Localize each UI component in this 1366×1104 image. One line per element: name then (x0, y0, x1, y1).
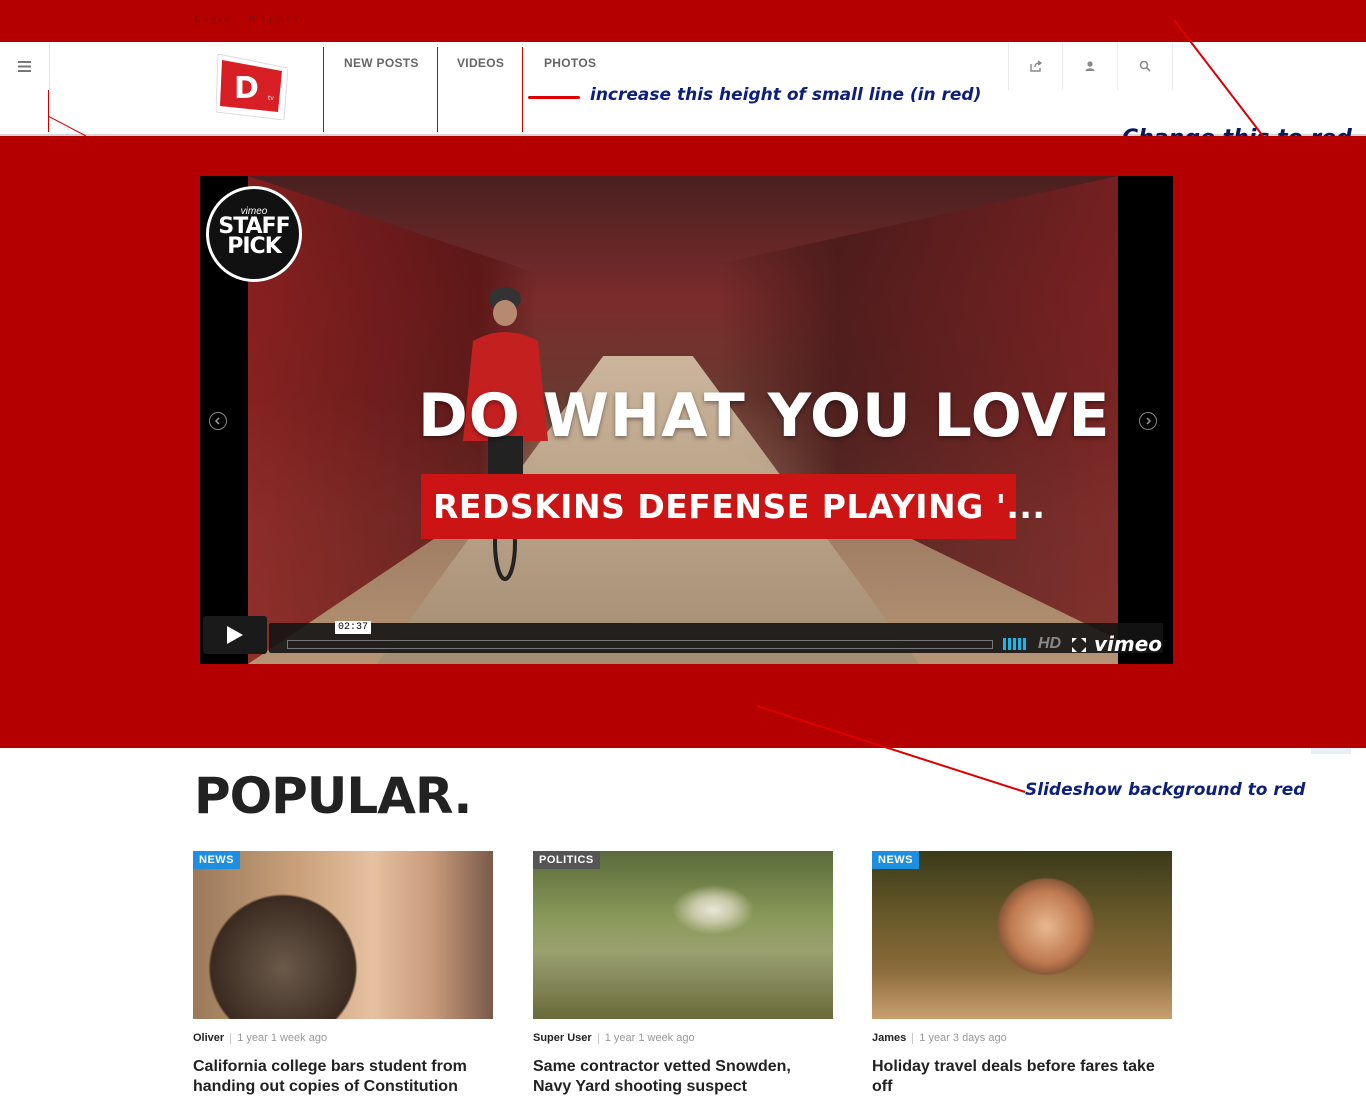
share-icon (1030, 60, 1042, 72)
fullscreen-icon[interactable] (1072, 638, 1086, 652)
control-bar: 02:37 HD vimeo (269, 621, 1163, 656)
article-author[interactable]: James (872, 1032, 906, 1044)
badge-staff-pick-text: STAFF PICK (218, 214, 290, 259)
chevron-right-icon (1146, 417, 1152, 425)
nav-new-posts[interactable]: NEW POSTS (344, 56, 419, 70)
search-button[interactable] (1117, 42, 1173, 90)
article-image[interactable] (872, 851, 1172, 1019)
annotation-slideshow-bg: Slideshow background to red (1025, 780, 1306, 800)
svg-text:tv: tv (268, 95, 274, 102)
hamburger-icon (18, 60, 31, 72)
category-tag[interactable]: NEWS (193, 851, 240, 869)
article-author[interactable]: Oliver (193, 1032, 224, 1044)
article-title[interactable]: Holiday travel deals before fares take o… (872, 1057, 1172, 1097)
annotation-line-height: increase this height of small line (in r… (590, 85, 982, 105)
nav-photos[interactable]: PHOTOS (544, 56, 596, 70)
site-logo[interactable]: D tv (215, 53, 289, 121)
annotation-stroke (756, 705, 1026, 793)
hd-toggle[interactable]: HD (1038, 635, 1061, 653)
slide-prev-button[interactable] (209, 412, 227, 430)
article-meta: James 1 year 3 days ago (872, 1032, 1007, 1044)
category-tag[interactable]: NEWS (872, 851, 919, 869)
meta-separator (230, 1032, 232, 1044)
video-time: 02:37 (335, 621, 372, 634)
play-icon (227, 626, 243, 644)
user-icon (1085, 61, 1095, 71)
meta-separator (912, 1032, 914, 1044)
video-controls: 02:37 HD vimeo (203, 616, 1163, 656)
meta-separator (597, 1032, 599, 1044)
chevron-left-icon (214, 417, 220, 425)
article-meta: Oliver 1 year 1 week ago (193, 1032, 327, 1044)
slideshow: DO WHAT YOU LOVE REDSKINS DEFENSE PLAYIN… (0, 136, 1366, 748)
site-header: D tv NEW POSTS VIDEOS PHOTOS increase th… (0, 42, 1366, 151)
nav-divider-line (437, 47, 438, 132)
nav-divider-line (323, 47, 324, 132)
article-title[interactable]: California college bars student from han… (193, 1057, 493, 1097)
video-player[interactable]: DO WHAT YOU LOVE REDSKINS DEFENSE PLAYIN… (200, 176, 1173, 664)
logo-icon: D tv (215, 53, 289, 121)
top-bar-links[interactable]: Login · Register (195, 14, 307, 24)
annotation-stroke (1173, 19, 1267, 141)
decorative-strip (1311, 748, 1351, 754)
article-title[interactable]: Same contractor vetted Snowden, Navy Yar… (533, 1057, 833, 1097)
article-time: 1 year 1 week ago (604, 1032, 695, 1044)
play-button[interactable] (203, 616, 267, 654)
user-button[interactable] (1062, 42, 1117, 90)
slide-caption-text: REDSKINS DEFENSE PLAYING '... (433, 487, 1046, 526)
share-button[interactable] (1008, 42, 1063, 90)
article-image[interactable] (193, 851, 493, 1019)
article-image[interactable] (533, 851, 833, 1019)
menu-button[interactable] (0, 42, 50, 90)
video-headline: DO WHAT YOU LOVE (418, 381, 1111, 451)
article-time: 1 year 3 days ago (919, 1032, 1007, 1044)
annotation-stroke (48, 116, 87, 137)
staff-pick-badge: vimeo STAFF PICK (206, 186, 302, 282)
search-icon (1139, 60, 1151, 72)
nav-videos[interactable]: VIDEOS (457, 56, 504, 70)
top-bar: Login · Register (0, 0, 1366, 42)
video-frame: DO WHAT YOU LOVE REDSKINS DEFENSE PLAYIN… (248, 176, 1118, 664)
volume-bars-icon[interactable] (1003, 638, 1029, 650)
slide-caption[interactable]: REDSKINS DEFENSE PLAYING '... (421, 474, 1045, 539)
article-time: 1 year 1 week ago (237, 1032, 328, 1044)
vimeo-logo[interactable]: vimeo (1094, 632, 1162, 656)
section-title: POPULAR. (194, 767, 472, 825)
progress-bar[interactable] (287, 640, 993, 649)
category-tag[interactable]: POLITICS (533, 851, 600, 869)
article-author[interactable]: Super User (533, 1032, 592, 1044)
svg-text:D: D (234, 71, 259, 106)
annotation-arrow-line (528, 96, 580, 99)
slide-next-button[interactable] (1139, 412, 1157, 430)
nav-divider-line (522, 47, 523, 132)
article-meta: Super User 1 year 1 week ago (533, 1032, 695, 1044)
